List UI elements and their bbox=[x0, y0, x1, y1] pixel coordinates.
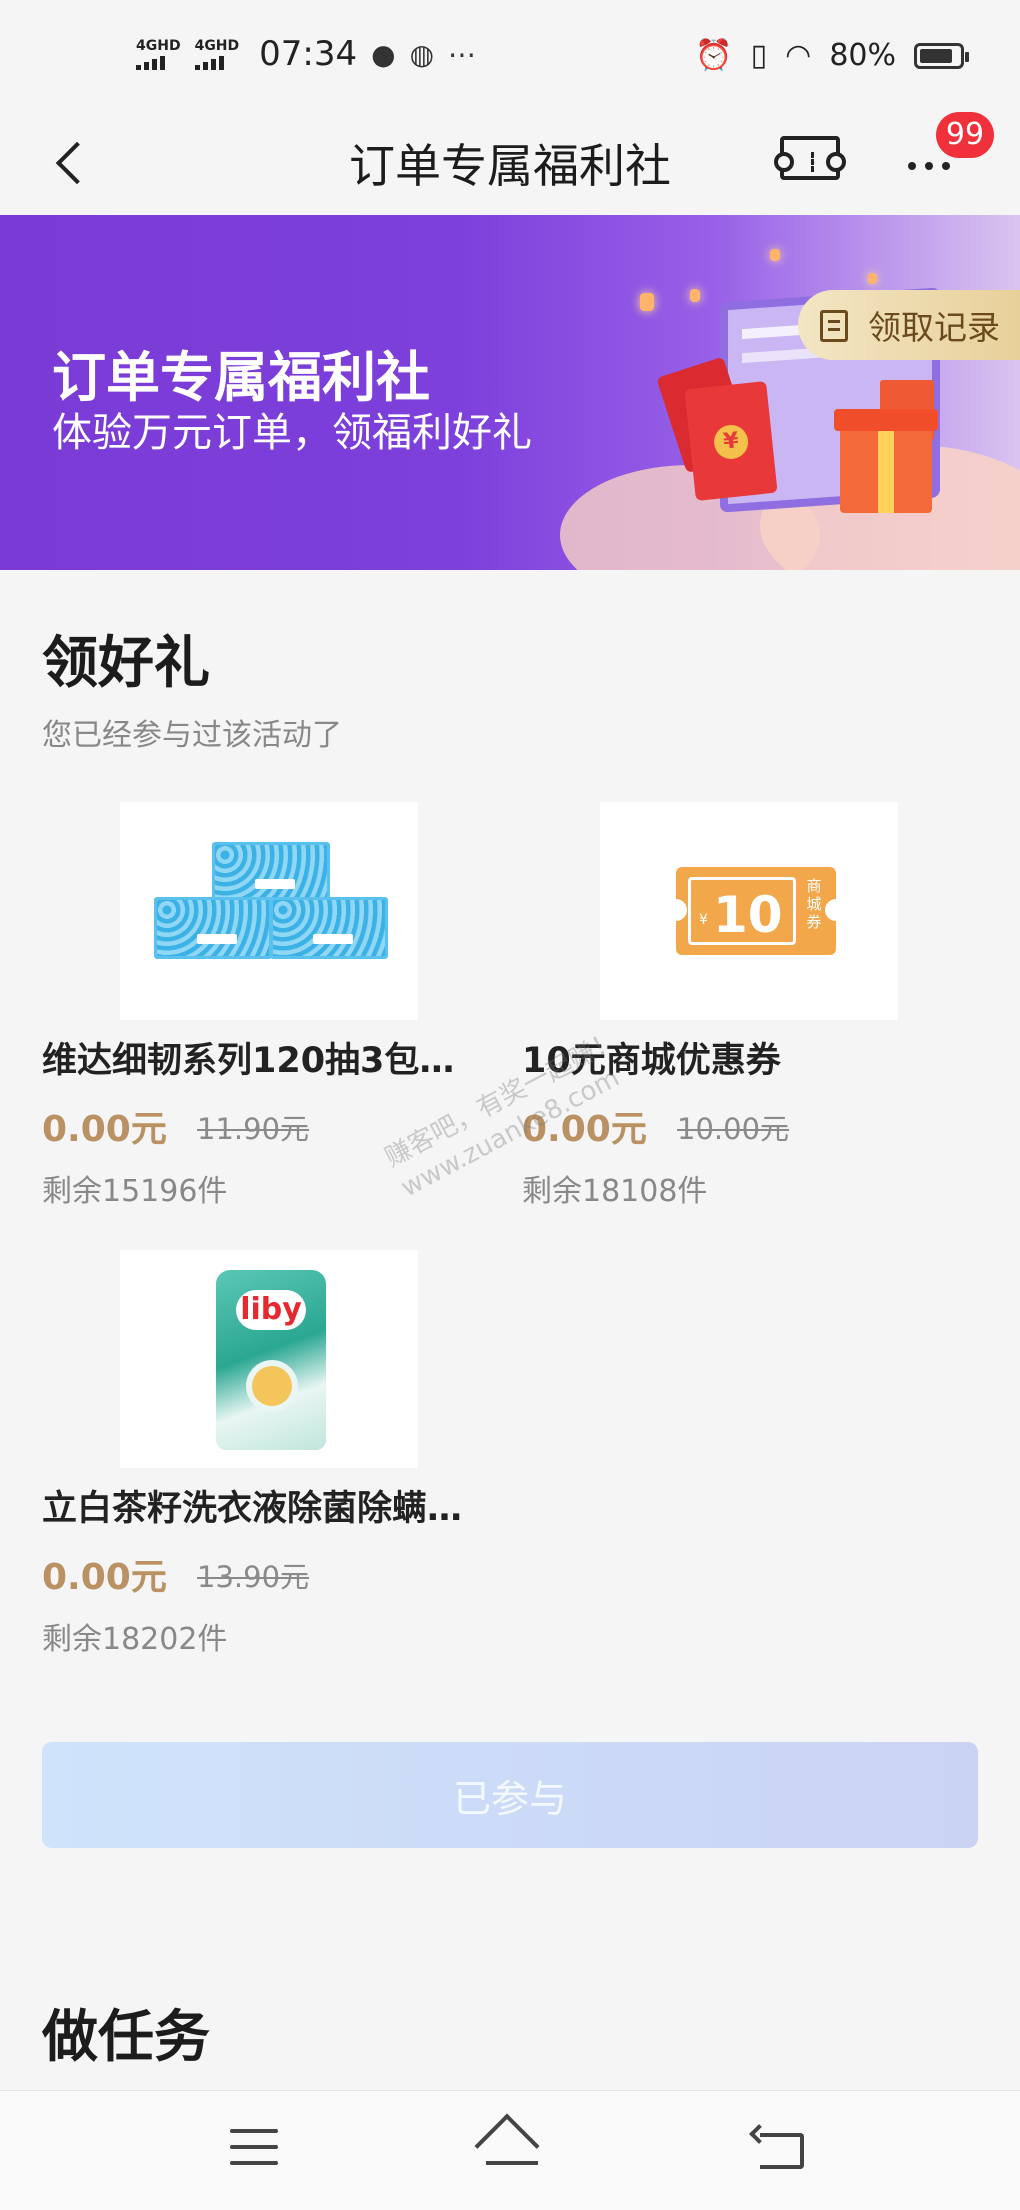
product-image-detergent: liby bbox=[120, 1250, 418, 1468]
network-type-2: 4GHD bbox=[194, 37, 240, 54]
product-name: 立白茶籽洗衣液除菌除螨… bbox=[42, 1489, 463, 1529]
message-icon: ● bbox=[371, 37, 396, 71]
menu-button[interactable] bbox=[230, 2127, 282, 2171]
participation-notice: 您已经参与过该活动了 bbox=[42, 718, 342, 753]
product-price: 0.00元 bbox=[42, 1109, 167, 1150]
vibrate-icon: ▯ bbox=[750, 38, 768, 73]
claim-record-button[interactable]: 领取记录 bbox=[798, 290, 1020, 360]
product-original-price: 11.90元 bbox=[197, 1112, 310, 1146]
more-icon bbox=[908, 162, 950, 170]
ticket-button[interactable] bbox=[774, 136, 846, 180]
lantern-decoration bbox=[868, 273, 877, 284]
notification-badge: 99 bbox=[936, 112, 994, 158]
home-button[interactable] bbox=[474, 2113, 546, 2179]
status-right: ⏰ ▯ ◠ 80% bbox=[695, 38, 969, 73]
wechat-icon: ◍ bbox=[409, 37, 435, 71]
gift-box-illustration bbox=[834, 409, 938, 513]
product-price: 0.00元 bbox=[42, 1557, 167, 1598]
lantern-decoration bbox=[640, 293, 654, 311]
page-title: 订单专属福利社 bbox=[349, 139, 671, 193]
product-original-price: 13.90元 bbox=[197, 1560, 310, 1594]
tasks-section-title: 做任务 bbox=[42, 2005, 210, 2070]
system-back-button[interactable] bbox=[749, 2123, 812, 2177]
product-stock: 剩余18202件 bbox=[42, 1622, 228, 1657]
lantern-decoration bbox=[690, 289, 700, 302]
product-stock: 剩余18108件 bbox=[522, 1174, 708, 1209]
signal-icon-1: 4GHD bbox=[136, 37, 181, 70]
coupon-icon: ¥ 10 商城券 bbox=[665, 867, 847, 955]
page: 4GHD 4GHD 07:34 ● ◍ ⋯ ⏰ ▯ ◠ 80% 订单专属福利社 bbox=[0, 0, 1020, 2210]
product-image-coupon: ¥ 10 商城券 bbox=[600, 802, 898, 1020]
claim-record-label: 领取记录 bbox=[868, 308, 1000, 347]
home-icon bbox=[474, 2113, 540, 2179]
clock: 07:34 bbox=[259, 34, 358, 74]
gifts-section-title: 领好礼 bbox=[42, 631, 210, 696]
detergent-pouch-icon: liby bbox=[216, 1270, 326, 1450]
coupon-currency: ¥ bbox=[699, 912, 708, 928]
wifi-icon: ◠ bbox=[785, 38, 812, 73]
more-notifications-icon: ⋯ bbox=[448, 37, 477, 71]
nav-bar: 订单专属福利社 99 bbox=[0, 110, 1020, 215]
hero-banner: ¥ 订单专属福利社 体验万元订单，领福利好礼 领取记录 bbox=[0, 215, 1020, 570]
network-type-1: 4GHD bbox=[136, 37, 181, 54]
more-button[interactable]: 99 bbox=[900, 112, 994, 194]
back-icon bbox=[760, 2133, 804, 2169]
status-bar: 4GHD 4GHD 07:34 ● ◍ ⋯ ⏰ ▯ ◠ 80% bbox=[0, 0, 1020, 110]
joined-button[interactable]: 已参与 bbox=[42, 1742, 978, 1848]
receipt-icon bbox=[820, 310, 848, 342]
coupon-label: 商城券 bbox=[806, 877, 822, 931]
product-original-price: 10.00元 bbox=[677, 1112, 790, 1146]
joined-button-label: 已参与 bbox=[452, 1776, 567, 1821]
signal-icon-2: 4GHD bbox=[194, 37, 240, 70]
coupon-value: 10 bbox=[713, 886, 783, 944]
status-left: 4GHD 4GHD 07:34 ● ◍ ⋯ bbox=[136, 34, 476, 74]
red-envelope-illustration: ¥ bbox=[684, 381, 778, 501]
banner-subtitle: 体验万元订单，领福利好礼 bbox=[52, 410, 532, 456]
brand-logo: liby bbox=[236, 1290, 306, 1330]
battery-icon bbox=[914, 42, 969, 69]
system-nav-bar bbox=[0, 2090, 1020, 2210]
lantern-decoration bbox=[770, 249, 780, 261]
ticket-icon bbox=[774, 136, 846, 180]
battery-percent: 80% bbox=[829, 38, 896, 73]
product-stock: 剩余15196件 bbox=[42, 1174, 228, 1209]
alarm-icon: ⏰ bbox=[695, 38, 733, 73]
product-image-tissue bbox=[120, 802, 418, 1020]
product-name: 维达细韧系列120抽3包… bbox=[42, 1041, 455, 1081]
